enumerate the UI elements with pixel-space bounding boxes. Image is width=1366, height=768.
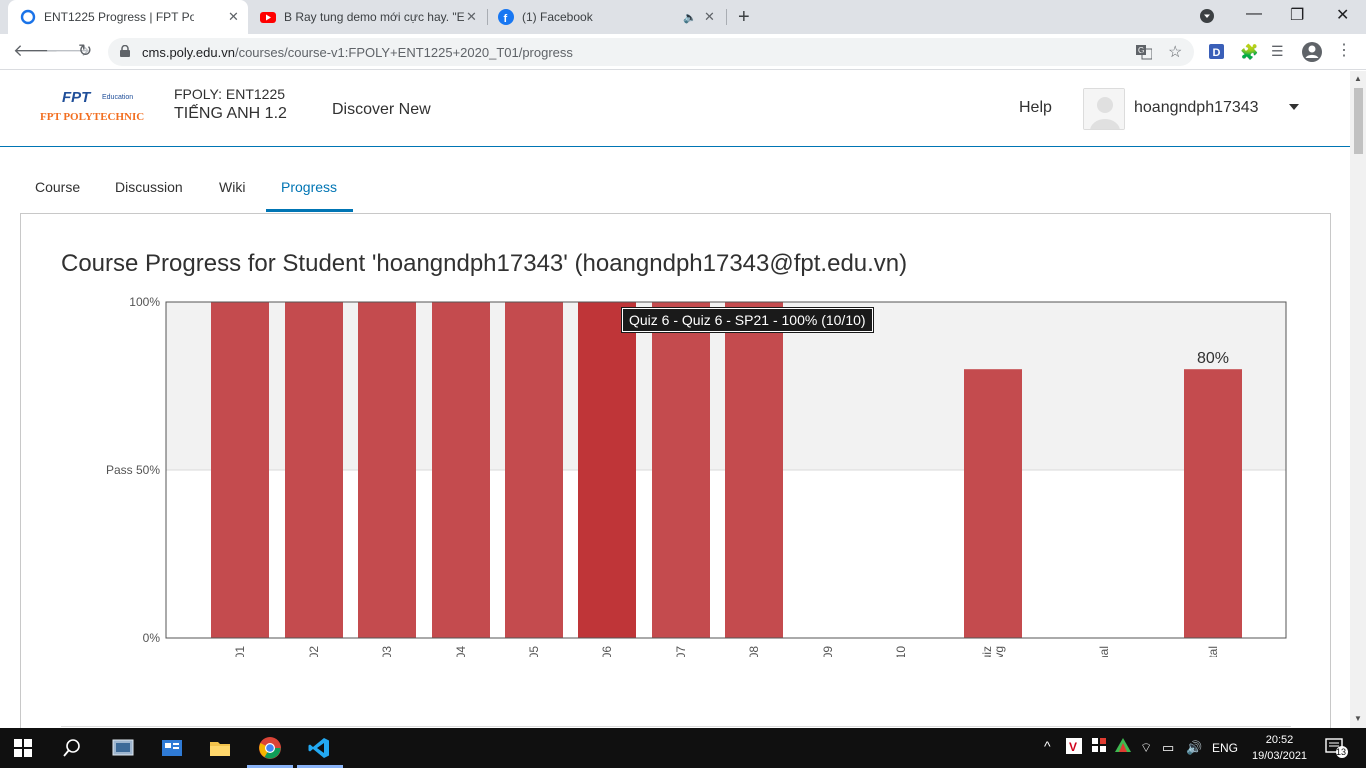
x-tick-label: Quiz 05 — [527, 646, 541, 657]
svg-text:G: G — [1138, 46, 1144, 55]
browser-menu-icon[interactable]: ⋮ — [1336, 40, 1352, 60]
browser-tab-youtube[interactable]: B Ray tung demo mới cực hay. "E ✕ — [250, 0, 488, 34]
app-tray-icon[interactable] — [1115, 738, 1131, 755]
svg-text:D: D — [1213, 47, 1221, 59]
wifi-icon[interactable]: ⌔ — [1140, 740, 1152, 756]
translate-icon[interactable]: G — [1136, 44, 1153, 63]
media-control-icon[interactable]: ☰ — [1271, 43, 1284, 60]
x-tick-label: Quiz 06 — [600, 646, 614, 657]
lock-icon[interactable] — [120, 44, 130, 57]
bar-quiz-02[interactable] — [285, 302, 343, 638]
page-scrollbar[interactable]: ▲ ▼ — [1350, 71, 1366, 728]
x-tick-label: Quiz 10 — [894, 646, 908, 657]
extensions-puzzle-icon[interactable]: 🧩 — [1240, 43, 1259, 61]
bar-quiz-01[interactable] — [211, 302, 269, 638]
x-tick-label: Quiz 03 — [380, 646, 394, 657]
bar-quiz-03[interactable] — [358, 302, 416, 638]
volume-icon[interactable]: 🔊 — [1186, 740, 1202, 756]
page: FPT Education FPT POLYTECHNIC FPOLY: ENT… — [0, 71, 1350, 728]
browser-tab-facebook[interactable]: f (1) Facebook 🔈 ✕ — [490, 0, 726, 34]
file-explorer-icon[interactable] — [208, 736, 232, 760]
x-tick-label: Total — [1206, 646, 1220, 657]
new-tab-button[interactable]: + — [738, 6, 750, 29]
data-label-total: 80% — [1197, 350, 1229, 367]
browser-tab-title: B Ray tung demo mới cực hay. "E — [284, 10, 464, 24]
x-tick-label: Final — [1097, 646, 1111, 657]
unikey-icon[interactable] — [1092, 738, 1106, 755]
url-host: cms.poly.edu.vn — [142, 45, 235, 60]
search-icon[interactable] — [62, 738, 86, 762]
divider — [61, 726, 1291, 727]
tab-separator — [726, 9, 727, 25]
chrome-icon[interactable] — [258, 736, 282, 760]
url-path: /courses/course-v1:FPOLY+ENT1225+2020_T0… — [234, 45, 573, 60]
bar-quiz-06[interactable] — [578, 302, 636, 638]
bar-tooltip: Quiz 6 - Quiz 6 - SP21 - 100% (10/10) — [621, 307, 874, 333]
reload-button[interactable]: ↻ — [78, 41, 92, 61]
notification-count: 13 — [1336, 747, 1347, 757]
y-tick-label: 0% — [143, 631, 161, 645]
tray-expand-icon[interactable]: ^ — [1044, 738, 1051, 754]
x-tick-label: QuizAvg — [980, 646, 1006, 657]
bar-quiz-avg[interactable] — [964, 369, 1022, 638]
scroll-down-icon[interactable]: ▼ — [1354, 714, 1362, 723]
x-tick-label: Quiz 04 — [454, 646, 468, 657]
close-tab-icon[interactable]: ✕ — [228, 9, 239, 25]
close-tab-icon[interactable]: ✕ — [704, 9, 715, 25]
vscode-icon[interactable] — [307, 736, 331, 760]
system-monitor-icon[interactable] — [111, 736, 135, 760]
youtube-icon — [260, 9, 276, 25]
speaker-icon[interactable]: 🔈 — [683, 11, 697, 24]
scroll-up-icon[interactable]: ▲ — [1354, 74, 1362, 83]
x-tick-label: Quiz 08 — [747, 646, 761, 657]
y-tick-label: 100% — [129, 295, 160, 309]
extension-d-icon[interactable]: D — [1209, 44, 1224, 62]
bar-quiz-07[interactable] — [652, 302, 710, 638]
clock-time: 20:52 — [1265, 734, 1294, 746]
news-app-icon[interactable] — [160, 736, 184, 760]
clock-date: 19/03/2021 — [1252, 750, 1308, 762]
close-tab-icon[interactable]: ✕ — [466, 9, 477, 25]
x-tick-label: Quiz 01 — [233, 646, 247, 657]
taskbar-clock[interactable]: 20:52 19/03/2021 — [1252, 732, 1307, 764]
svg-text:f: f — [504, 13, 508, 25]
x-tick-label: Quiz 09 — [821, 646, 835, 657]
y-tick-label: Pass 50% — [106, 463, 160, 477]
browser-tab-title: ENT1225 Progress | FPT Polytechnic — [44, 10, 194, 24]
input-language[interactable]: ENG — [1212, 741, 1238, 755]
scrollbar-thumb[interactable] — [1354, 88, 1363, 154]
bookmark-star-icon[interactable]: ☆ — [1168, 42, 1182, 62]
windows-taskbar: ^ V ⌔ ▭ 🔊 ENG 20:52 19/03/2021 13 — [0, 728, 1366, 768]
tab-separator — [487, 9, 488, 25]
bar-quiz-05[interactable] — [505, 302, 563, 638]
tab-search-icon[interactable] — [1199, 8, 1215, 29]
browser-tab-title: (1) Facebook — [522, 10, 593, 24]
battery-icon[interactable]: ▭ — [1162, 740, 1174, 756]
bar-quiz-08[interactable] — [725, 302, 783, 638]
antivirus-icon[interactable]: V — [1066, 738, 1082, 757]
x-tick-label: Quiz 07 — [674, 646, 688, 657]
grade-chart: 0% Pass 50% 100% Quiz 01 Quiz 02 Quiz 03 Quiz … — [106, 295, 1287, 657]
bar-quiz-04[interactable] — [432, 302, 490, 638]
minimize-button[interactable]: — — [1246, 5, 1262, 23]
svg-text:V: V — [1069, 740, 1077, 754]
bar-total[interactable] — [1184, 369, 1242, 638]
windows-start-icon[interactable] — [14, 739, 38, 763]
facebook-icon: f — [498, 9, 514, 25]
site-ring-icon — [20, 9, 36, 25]
x-tick-label: Quiz 02 — [307, 646, 321, 657]
browser-tab-strip: ENT1225 Progress | FPT Polytechnic ✕ B R… — [0, 0, 1366, 34]
maximize-button[interactable]: ❐ — [1290, 5, 1304, 25]
address-bar[interactable]: cms.poly.edu.vn/courses/course-v1:FPOLY+… — [108, 38, 1194, 66]
browser-toolbar: 🡐 🡒 ↻ cms.poly.edu.vn/courses/course-v1:… — [0, 34, 1366, 70]
close-window-button[interactable]: ✕ — [1336, 5, 1349, 25]
browser-tab-progress[interactable]: ENT1225 Progress | FPT Polytechnic ✕ — [8, 0, 248, 34]
profile-avatar-icon[interactable] — [1301, 41, 1323, 66]
url-text: cms.poly.edu.vn/courses/course-v1:FPOLY+… — [142, 45, 573, 60]
